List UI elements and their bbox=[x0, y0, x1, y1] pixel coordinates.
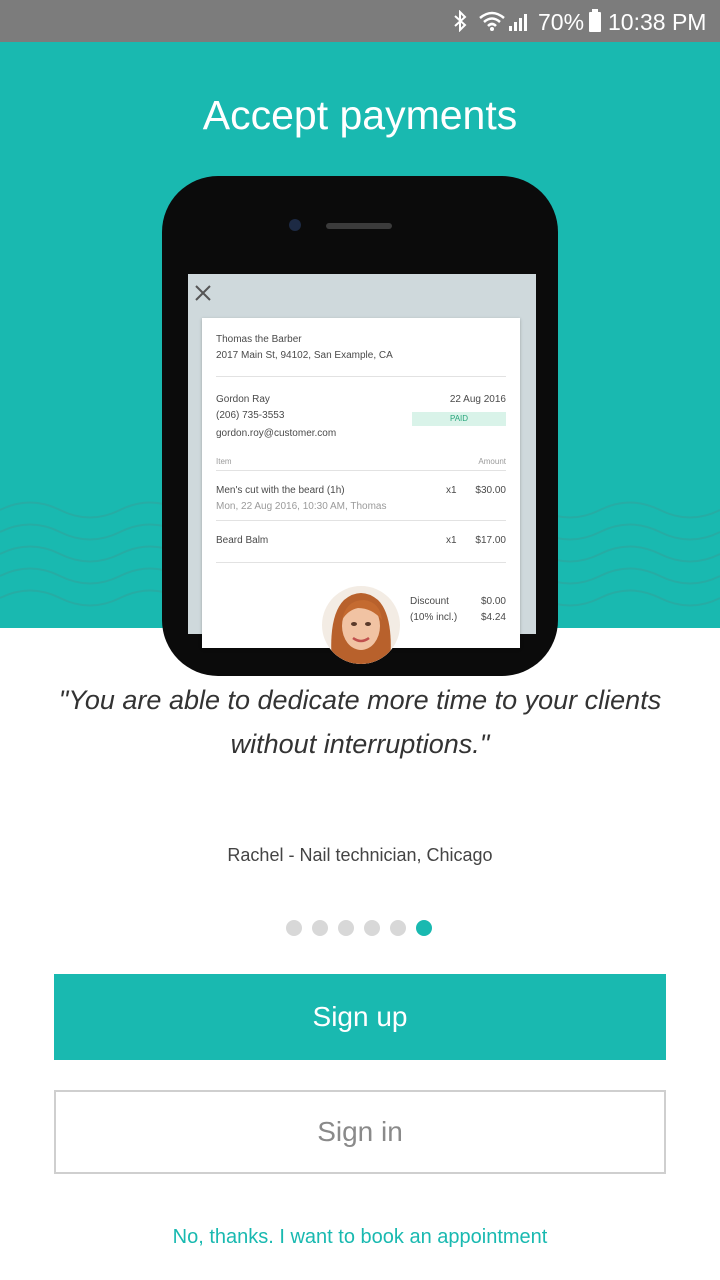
tax-value: $4.24 bbox=[480, 612, 506, 623]
column-amount: Amount bbox=[478, 457, 506, 466]
page-title: Accept payments bbox=[202, 92, 518, 138]
item-name: Men's cut with the beard (1h) bbox=[216, 485, 345, 496]
discount-label: Discount bbox=[410, 596, 449, 607]
business-address: 2017 Main St, 94102, San Example, CA bbox=[216, 350, 393, 361]
business-name: Thomas the Barber bbox=[216, 334, 302, 345]
item-price: $30.00 bbox=[475, 485, 506, 496]
skip-book-appointment-link[interactable]: No, thanks. I want to book an appointmen… bbox=[0, 1226, 720, 1249]
signal-icon bbox=[509, 14, 527, 31]
sign-in-button[interactable]: Sign in bbox=[54, 1090, 666, 1174]
discount-value: $0.00 bbox=[480, 596, 506, 607]
battery-icon bbox=[589, 9, 601, 32]
phone-camera bbox=[289, 219, 301, 231]
divider bbox=[216, 376, 506, 377]
customer-phone: (206) 735-3553 bbox=[216, 410, 285, 421]
page-dot-4[interactable] bbox=[364, 920, 380, 936]
page-dot-1[interactable] bbox=[286, 920, 302, 936]
page-dot-6[interactable] bbox=[416, 920, 432, 936]
page-dot-3[interactable] bbox=[338, 920, 354, 936]
battery-percentage: 70% bbox=[538, 9, 585, 35]
testimonial-quote: "You are able to dedicate more time to y… bbox=[58, 685, 662, 759]
page-indicator[interactable] bbox=[286, 920, 436, 936]
item-qty: x1 bbox=[446, 535, 457, 546]
bluetooth-icon bbox=[454, 10, 467, 32]
item-price: $17.00 bbox=[475, 535, 506, 546]
status-bar: 70% 10:38 PM bbox=[0, 0, 720, 42]
wifi-icon bbox=[479, 11, 505, 31]
divider bbox=[216, 470, 506, 471]
status-badge: PAID bbox=[412, 412, 506, 426]
tax-label: (10% incl.) bbox=[410, 612, 458, 623]
divider bbox=[216, 520, 506, 521]
avatar bbox=[322, 586, 400, 664]
page-dot-2[interactable] bbox=[312, 920, 328, 936]
column-item: Item bbox=[216, 457, 232, 466]
receipt-date: 22 Aug 2016 bbox=[449, 394, 506, 405]
customer-email: gordon.roy@customer.com bbox=[216, 428, 337, 439]
clock-time: 10:38 PM bbox=[608, 9, 707, 35]
reviewer-portrait bbox=[322, 586, 400, 664]
page-dot-5[interactable] bbox=[390, 920, 406, 936]
customer-name: Gordon Ray bbox=[216, 394, 270, 405]
testimonial-author: Rachel - Nail technician, Chicago bbox=[227, 845, 493, 865]
item-detail: Mon, 22 Aug 2016, 10:30 AM, Thomas bbox=[216, 501, 387, 512]
item-qty: x1 bbox=[446, 485, 457, 496]
divider bbox=[216, 562, 506, 563]
sign-up-button[interactable]: Sign up bbox=[54, 974, 666, 1060]
item-name: Beard Balm bbox=[216, 535, 269, 546]
close-icon bbox=[195, 285, 211, 301]
phone-speaker bbox=[326, 223, 392, 229]
